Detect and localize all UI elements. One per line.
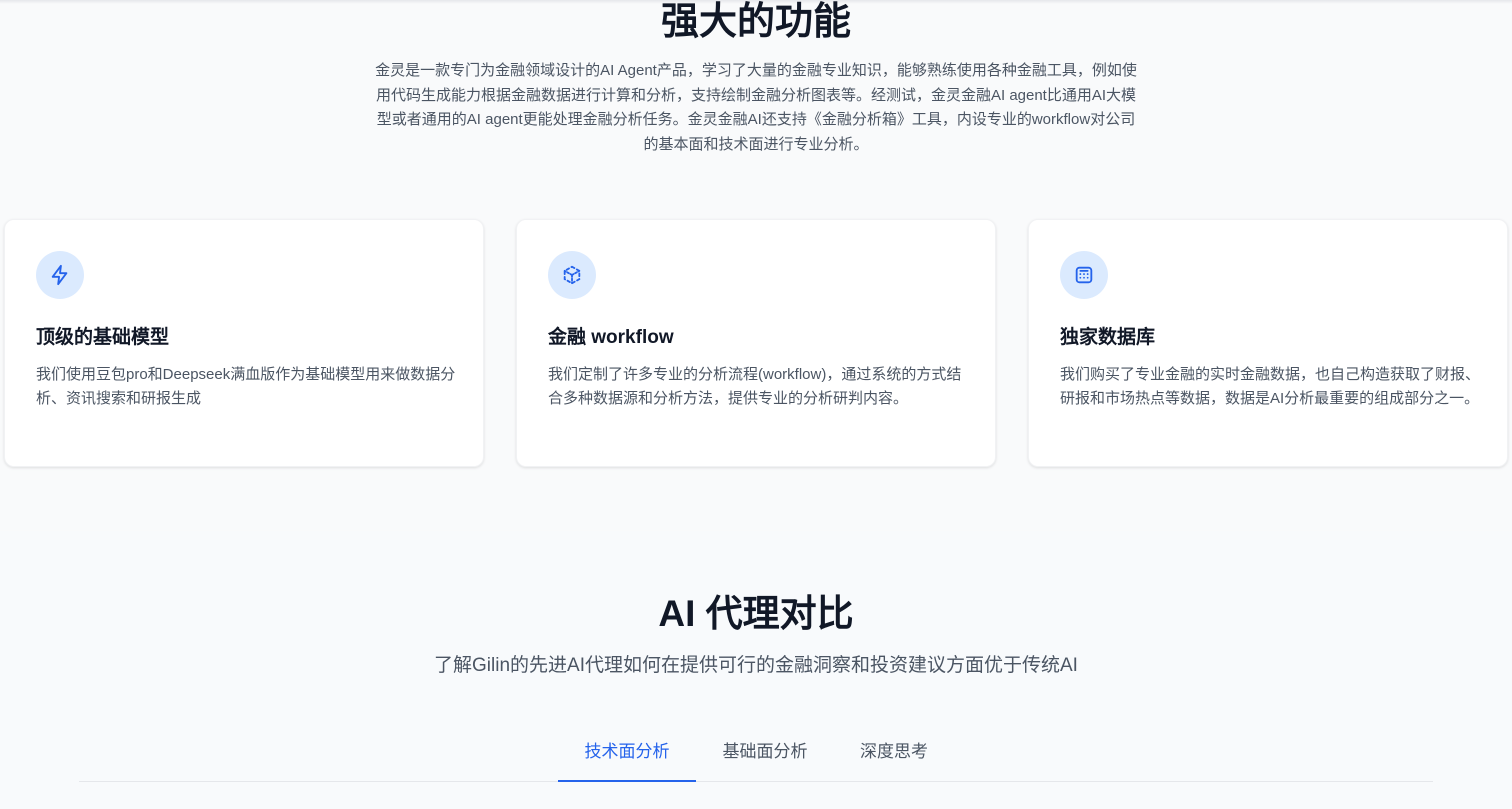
cube-icon	[548, 251, 596, 299]
comparison-subtitle: 了解Gilin的先进AI代理如何在提供可行的金融洞察和投资建议方面优于传统AI	[434, 655, 1078, 676]
feature-card-base-model: 顶级的基础模型 我们使用豆包pro和Deepseek满血版作为基础模型用来做数据…	[4, 219, 484, 467]
features-title: 强大的功能	[660, 1, 851, 43]
feature-card-title: 顶级的基础模型	[36, 327, 170, 348]
tab-fundamental-analysis[interactable]: 基础面分析	[706, 737, 824, 782]
tab-deep-thinking[interactable]: 深度思考	[844, 737, 944, 782]
lightning-icon	[36, 251, 84, 299]
comparison-title: AI 代理对比	[658, 593, 854, 634]
feature-card-description: 我们使用豆包pro和Deepseek满血版作为基础模型用来做数据分析、资讯搜索和…	[36, 366, 456, 407]
features-section: 强大的功能 金灵是一款专门为金融领域设计的AI Agent产品，学习了大量的金融…	[0, 0, 1512, 531]
ai-comparison-section: AI 代理对比 了解Gilin的先进AI代理如何在提供可行的金融洞察和投资建议方…	[0, 531, 1512, 809]
calculator-icon	[1060, 251, 1108, 299]
feature-card-description: 我们定制了许多专业的分析流程(workflow)，通过系统的方式结合多种数据源和…	[548, 366, 962, 407]
tab-technical-analysis[interactable]: 技术面分析	[558, 737, 696, 782]
feature-card-title: 金融 workflow	[548, 327, 674, 348]
comparison-tabs: 技术面分析 基础面分析 深度思考	[79, 737, 1433, 782]
feature-card-title: 独家数据库	[1060, 327, 1156, 348]
feature-card-database: 独家数据库 我们购买了专业金融的实时金融数据，也自己构造获取了财报、研报和市场热…	[1028, 219, 1508, 467]
feature-card-workflow: 金融 workflow 我们定制了许多专业的分析流程(workflow)，通过系…	[516, 219, 996, 467]
feature-card-description: 我们购买了专业金融的实时金融数据，也自己构造获取了财报、研报和市场热点等数据，数…	[1060, 366, 1481, 407]
features-description: 金灵是一款专门为金融领域设计的AI Agent产品，学习了大量的金融专业知识，能…	[375, 62, 1137, 153]
